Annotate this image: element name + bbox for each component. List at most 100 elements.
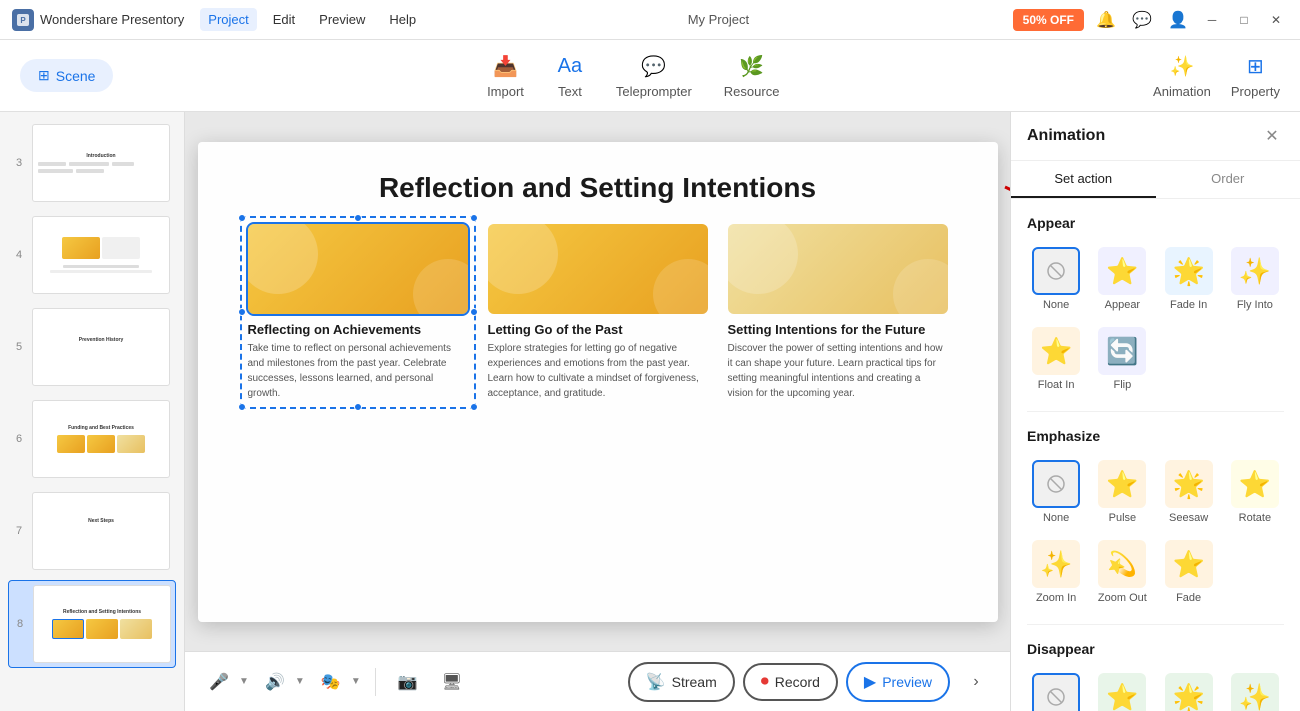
animation-icon: ✨ xyxy=(1168,52,1196,80)
speaker-dropdown[interactable]: ▼ xyxy=(295,676,305,687)
appear-flyinto[interactable]: ✨ Fly Into xyxy=(1226,243,1284,315)
slide-item-3[interactable]: 3 Introduction xyxy=(8,120,176,206)
card-text-2: Explore strategies for letting go of neg… xyxy=(488,341,708,401)
slide-card-1[interactable]: Reflecting on Achievements Take time to … xyxy=(248,224,468,401)
mic-button[interactable]: 🎤 xyxy=(201,664,237,700)
appear-flip[interactable]: 🔄 Flip xyxy=(1093,323,1151,395)
slide-item-8[interactable]: 8 Reflection and Setting Intentions xyxy=(8,580,176,668)
disappear-none[interactable]: None xyxy=(1027,669,1085,711)
scene-button[interactable]: ⊞ Scene xyxy=(20,59,113,92)
slide-thumb-8: Reflection and Setting Intentions xyxy=(33,585,171,663)
emphasize-none-icon xyxy=(1032,460,1080,508)
disappear-fadeout[interactable]: 🌟 Fade Out xyxy=(1160,669,1218,711)
emphasize-rotate[interactable]: ⭐ Rotate xyxy=(1226,456,1284,528)
handle-bm[interactable] xyxy=(354,403,362,411)
stream-button[interactable]: 📡 Stream xyxy=(628,662,735,702)
main-toolbar: ⊞ Scene 📥 Import Aa Text 💬 Teleprompter … xyxy=(0,40,1300,112)
panel-close-button[interactable]: ✕ xyxy=(1260,124,1284,148)
disappear-flyout[interactable]: ✨ Fly Out xyxy=(1226,669,1284,711)
disappear-fadeout-icon: 🌟 xyxy=(1165,673,1213,711)
minimize-button[interactable]: ─ xyxy=(1200,8,1224,32)
appear-appear[interactable]: ⭐ Appear xyxy=(1093,243,1151,315)
property-icon: ⊞ xyxy=(1241,52,1269,80)
notifications-icon[interactable]: 🔔 xyxy=(1092,6,1120,34)
appear-fadein[interactable]: 🌟 Fade In xyxy=(1160,243,1218,315)
emphasize-zoomout[interactable]: 💫 Zoom Out xyxy=(1093,536,1151,608)
maximize-button[interactable]: □ xyxy=(1232,8,1256,32)
toolbar-animation[interactable]: ✨ Animation xyxy=(1153,52,1211,99)
appear-appear-label: Appear xyxy=(1105,299,1140,311)
slide-item-4[interactable]: 4 xyxy=(8,212,176,298)
toolbar-resource[interactable]: 🌿 Resource xyxy=(724,52,780,99)
slide-item-5[interactable]: 5 Prevention History xyxy=(8,304,176,390)
speaker-section: 🔊 ▼ xyxy=(257,664,305,700)
handle-br[interactable] xyxy=(470,403,478,411)
divider-1 xyxy=(375,668,376,696)
emphasize-none[interactable]: None xyxy=(1027,456,1085,528)
panel-header: Animation ✕ xyxy=(1011,112,1300,161)
main-area: 3 Introduction xyxy=(0,112,1300,711)
menu-preview[interactable]: Preview xyxy=(311,8,373,31)
handle-bl[interactable] xyxy=(238,403,246,411)
chat-icon[interactable]: 💬 xyxy=(1128,6,1156,34)
project-title: My Project xyxy=(432,12,1004,27)
appear-none-label: None xyxy=(1043,299,1069,311)
menu-edit[interactable]: Edit xyxy=(265,8,303,31)
promo-button[interactable]: 50% OFF xyxy=(1013,9,1084,31)
slide-item-7[interactable]: 7 Next Steps xyxy=(8,488,176,574)
slide-thumb-5: Prevention History xyxy=(32,308,170,386)
appear-fadein-icon: 🌟 xyxy=(1165,247,1213,295)
disappear-disappear[interactable]: ⭐ Disappear xyxy=(1093,669,1151,711)
toolbar-left: ⊞ Scene xyxy=(20,59,113,92)
app-logo-icon: P xyxy=(12,9,34,31)
toolbar-text[interactable]: Aa Text xyxy=(556,52,584,99)
record-button[interactable]: ⏺ Record xyxy=(743,663,838,701)
appear-floatin-icon: ⭐ xyxy=(1032,327,1080,375)
panel-content: Appear None ⭐ Appear 🌟 Fade In xyxy=(1011,199,1300,711)
toolbar-import[interactable]: 📥 Import xyxy=(487,52,524,99)
appear-floatin[interactable]: ⭐ Float In xyxy=(1027,323,1085,395)
effects-button[interactable]: 🎭 xyxy=(313,664,349,700)
panel-title: Animation xyxy=(1027,127,1105,145)
preview-icon: ▶ xyxy=(864,672,876,692)
tab-set-action[interactable]: Set action xyxy=(1011,161,1156,198)
toolbar-property[interactable]: ⊞ Property xyxy=(1231,52,1280,99)
slide-card-3[interactable]: Setting Intentions for the Future Discov… xyxy=(728,224,948,401)
emphasize-seesaw-label: Seesaw xyxy=(1169,512,1208,524)
emphasize-seesaw[interactable]: 🌟 Seesaw xyxy=(1160,456,1218,528)
slide-canvas[interactable]: Reflection and Setting Intentions xyxy=(198,142,998,622)
emphasize-fade[interactable]: ⭐ Fade xyxy=(1160,536,1218,608)
screen-button[interactable]: 🖥 xyxy=(434,664,470,700)
mic-dropdown[interactable]: ▼ xyxy=(239,676,249,687)
account-icon[interactable]: 👤 xyxy=(1164,6,1192,34)
emphasize-zoomin[interactable]: ✨ Zoom In xyxy=(1027,536,1085,608)
effects-dropdown[interactable]: ▼ xyxy=(351,676,361,687)
canvas-wrapper[interactable]: Reflection and Setting Intentions xyxy=(185,112,1010,651)
menu-project[interactable]: Project xyxy=(200,8,256,31)
next-button[interactable]: › xyxy=(958,664,994,700)
close-button[interactable]: ✕ xyxy=(1264,8,1288,32)
card-title-3: Setting Intentions for the Future xyxy=(728,322,948,337)
tab-order[interactable]: Order xyxy=(1156,161,1300,198)
emphasize-pulse-label: Pulse xyxy=(1109,512,1137,524)
text-icon: Aa xyxy=(556,52,584,80)
appear-grid: None ⭐ Appear 🌟 Fade In ✨ Fly Into xyxy=(1027,243,1284,395)
slide-item-6[interactable]: 6 Funding and Best Practices xyxy=(8,396,176,482)
camera-button[interactable]: 📷 xyxy=(390,664,426,700)
emphasize-pulse[interactable]: ⭐ Pulse xyxy=(1093,456,1151,528)
handle-ml[interactable] xyxy=(238,308,246,316)
emphasize-grid: None ⭐ Pulse 🌟 Seesaw ⭐ Rotate xyxy=(1027,456,1284,608)
slide-thumb-7: Next Steps xyxy=(32,492,170,570)
handle-mr[interactable] xyxy=(470,308,478,316)
appear-none[interactable]: None xyxy=(1027,243,1085,315)
toolbar-teleprompter[interactable]: 💬 Teleprompter xyxy=(616,52,692,99)
disappear-flyout-icon: ✨ xyxy=(1231,673,1279,711)
slide-title: Reflection and Setting Intentions xyxy=(198,142,998,224)
emphasize-zoomin-label: Zoom In xyxy=(1036,592,1076,604)
animation-panel: Animation ✕ Set action Order Appear None xyxy=(1010,112,1300,711)
preview-button[interactable]: ▶ Preview xyxy=(846,662,950,702)
slide-card-2[interactable]: Letting Go of the Past Explore strategie… xyxy=(488,224,708,401)
menu-help[interactable]: Help xyxy=(381,8,424,31)
appear-flyinto-label: Fly Into xyxy=(1237,299,1273,311)
speaker-button[interactable]: 🔊 xyxy=(257,664,293,700)
